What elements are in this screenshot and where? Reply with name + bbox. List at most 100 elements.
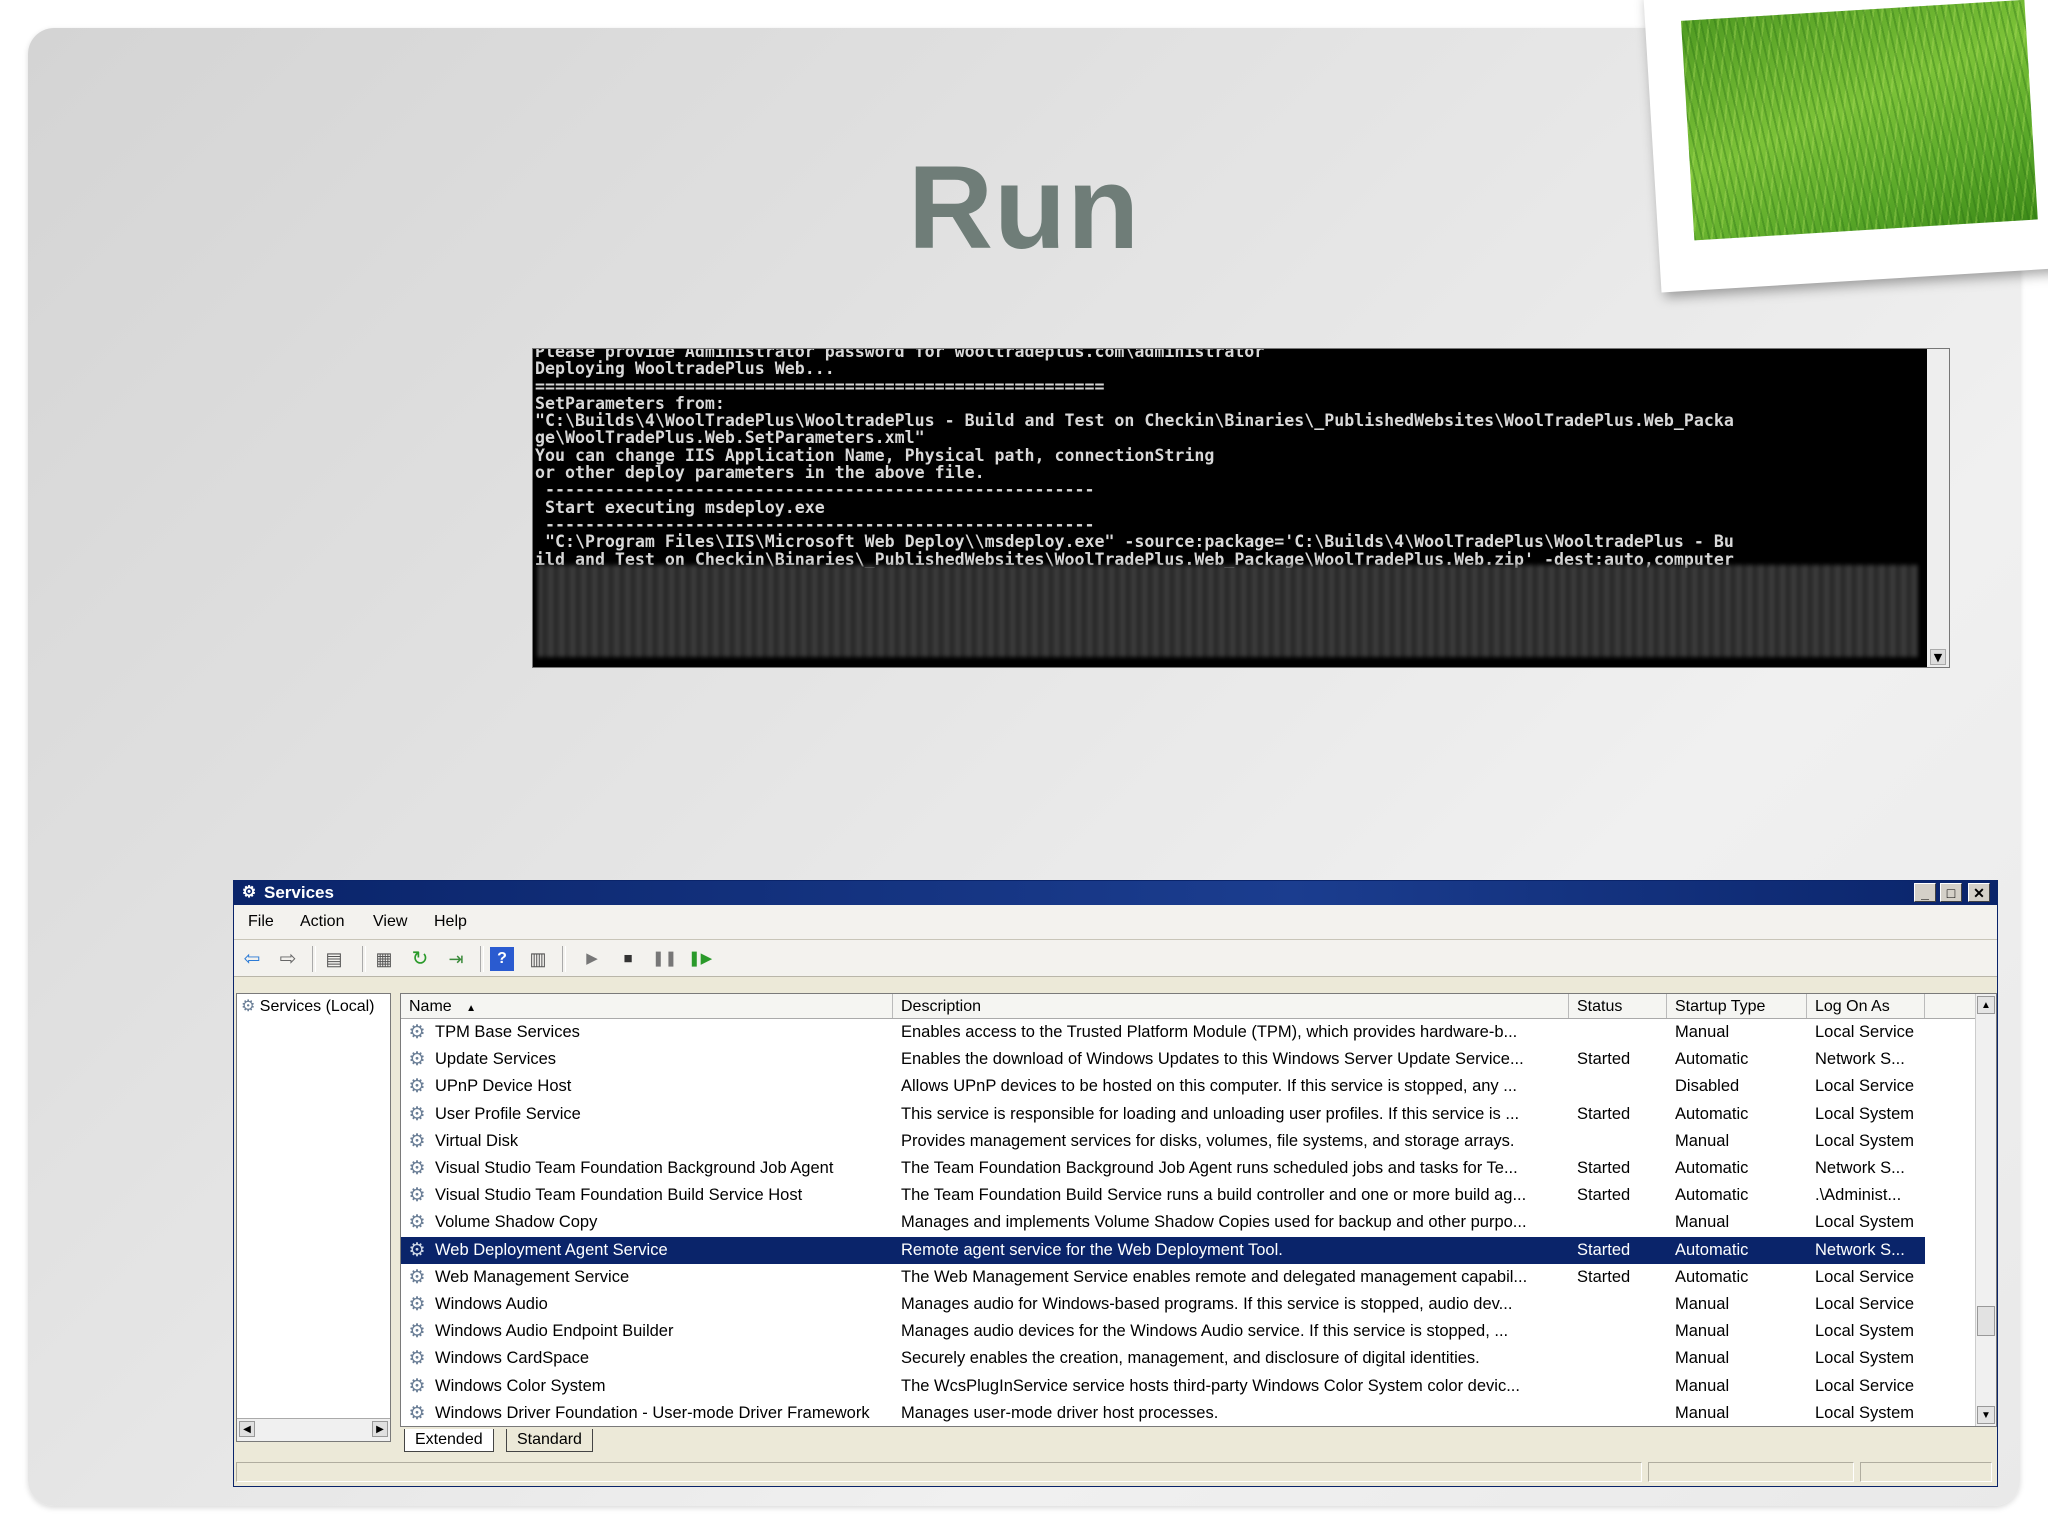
service-row[interactable]: ⚙ Windows Driver Foundation - User-mode D…	[401, 1400, 1976, 1426]
service-startup: Automatic	[1675, 1050, 1749, 1069]
service-name: Virtual Disk	[435, 1131, 519, 1150]
service-row[interactable]: ⚙ Virtual Disk Provides management service…	[401, 1128, 1976, 1155]
tab-standard[interactable]: Standard	[506, 1429, 593, 1452]
service-row[interactable]: ⚙ Windows Audio Manages audio for Windows-…	[401, 1291, 1976, 1318]
sort-ascending-icon: ▲	[466, 1003, 477, 1014]
resume-service-icon[interactable]: ❚▶	[688, 947, 712, 971]
service-row[interactable]: ⚙ TPM Base Services Enables access to the …	[401, 1019, 1976, 1046]
back-arrow-icon[interactable]: ⇦	[240, 947, 264, 971]
column-header-description[interactable]: Description	[893, 994, 1569, 1018]
service-desc: The Web Management Service enables remot…	[901, 1267, 1528, 1286]
service-status: Started	[1577, 1104, 1631, 1123]
menu-view[interactable]: View	[373, 913, 407, 931]
maximize-button[interactable]: □	[1940, 883, 1962, 902]
refresh-icon[interactable]: ↻	[408, 947, 432, 971]
menu-file[interactable]: File	[248, 913, 274, 931]
help-icon[interactable]: ?	[490, 947, 514, 971]
start-service-icon[interactable]: ▶	[580, 947, 604, 971]
service-row[interactable]: ⚙ Visual Studio Team Foundation Backgroun…	[401, 1155, 1976, 1182]
service-startup: Manual	[1675, 1295, 1730, 1313]
service-name: Windows Color System	[435, 1376, 606, 1395]
minimize-button[interactable]: _	[1914, 883, 1936, 902]
status-bar	[234, 1458, 1997, 1486]
service-desc: Provides management services for disks, …	[901, 1131, 1515, 1150]
scroll-up-icon[interactable]: ▲	[1977, 996, 1995, 1014]
show-hide-tree-icon[interactable]: ▤	[322, 947, 346, 971]
menu-help[interactable]: Help	[434, 913, 467, 931]
service-startup: Automatic	[1675, 1104, 1749, 1123]
service-desc: Securely enables the creation, managemen…	[901, 1349, 1480, 1368]
service-startup: Manual	[1675, 1403, 1730, 1422]
column-header-log-on-as[interactable]: Log On As	[1807, 994, 1925, 1018]
service-row[interactable]: ⚙ Volume Shadow Copy Manages and implement…	[401, 1209, 1976, 1236]
services-window: ⚙ Services _ □ ✕ File Action View Help ⇦…	[233, 880, 1998, 1487]
service-desc: The WcsPlugInService service hosts third…	[901, 1376, 1520, 1395]
service-name: TPM Base Services	[435, 1023, 580, 1041]
scroll-right-icon[interactable]: ▶	[372, 1421, 388, 1437]
column-header-startup-type[interactable]: Startup Type	[1667, 994, 1807, 1018]
service-row[interactable]: ⚙ Windows Audio Endpoint Builder Manages a…	[401, 1318, 1976, 1345]
menu-action[interactable]: Action	[300, 913, 344, 931]
export-list-icon[interactable]: ⇥	[444, 947, 468, 971]
service-gear-icon: ⚙	[408, 1103, 426, 1125]
service-startup: Automatic	[1675, 1159, 1749, 1177]
scroll-thumb[interactable]	[1977, 1306, 1995, 1336]
service-gear-icon: ⚙	[408, 1294, 426, 1315]
service-gear-icon: ⚙	[408, 1239, 426, 1261]
service-gear-icon: ⚙	[408, 1049, 426, 1071]
service-desc: The Team Foundation Build Service runs a…	[901, 1186, 1527, 1205]
service-gear-icon: ⚙	[408, 1076, 426, 1098]
list-header: Name ▲ Description Status Startup Type L…	[401, 994, 1976, 1019]
show-hide-action-pane-icon[interactable]: ▥	[526, 947, 550, 971]
service-gear-icon: ⚙	[408, 1402, 426, 1424]
tree-horizontal-scrollbar[interactable]: ◀ ▶	[237, 1418, 390, 1441]
service-desc: This service is responsible for loading …	[901, 1104, 1520, 1123]
service-row[interactable]: ⚙ Update Services Enables the download of …	[401, 1046, 1976, 1073]
column-header-name[interactable]: Name ▲	[401, 994, 893, 1018]
services-gear-icon: ⚙	[241, 998, 256, 1015]
toolbar-separator	[312, 946, 316, 972]
blurred-console-output	[537, 565, 1917, 657]
tab-extended[interactable]: Extended	[404, 1429, 494, 1452]
toolbar-separator	[362, 946, 366, 972]
stop-service-icon[interactable]: ■	[616, 947, 640, 971]
scroll-down-icon[interactable]: ▼	[1930, 649, 1946, 665]
service-logon: Local System	[1815, 1403, 1915, 1422]
service-startup: Manual	[1675, 1131, 1730, 1150]
services-list: Name ▲ Description Status Startup Type L…	[400, 993, 1997, 1427]
service-row[interactable]: ⚙ User Profile Service This service is res…	[401, 1101, 1976, 1128]
service-gear-icon: ⚙	[408, 1022, 426, 1043]
service-gear-icon: ⚙	[408, 1130, 426, 1152]
scroll-left-icon[interactable]: ◀	[239, 1421, 255, 1437]
service-gear-icon: ⚙	[408, 1185, 426, 1207]
close-button[interactable]: ✕	[1968, 883, 1990, 902]
service-logon: Local Service	[1815, 1267, 1915, 1286]
service-gear-icon: ⚙	[408, 1321, 426, 1343]
service-startup: Disabled	[1675, 1077, 1740, 1096]
service-row[interactable]: ⚙ Visual Studio Team Foundation Build Ser…	[401, 1182, 1976, 1209]
service-startup: Manual	[1675, 1376, 1730, 1395]
forward-arrow-icon[interactable]: ⇨	[276, 947, 300, 971]
properties-icon[interactable]: ▦	[372, 947, 396, 971]
service-row[interactable]: ⚙ Windows CardSpace Securely enables the c…	[401, 1345, 1976, 1372]
service-row[interactable]: ⚙ Web Deployment Agent Service Remote agen…	[401, 1236, 1925, 1264]
title-bar: ⚙ Services _ □ ✕	[234, 881, 1997, 905]
pause-service-icon[interactable]: ❚❚	[652, 947, 677, 971]
service-row[interactable]: ⚙ Windows Color System The WcsPlugInServic…	[401, 1373, 1976, 1400]
service-status: Started	[1577, 1240, 1631, 1259]
service-desc: Manages audio devices for the Windows Au…	[901, 1322, 1509, 1341]
service-row[interactable]: ⚙ Web Management Service The Web Managemen…	[401, 1264, 1976, 1291]
service-name: Update Services	[435, 1050, 557, 1069]
service-logon: Local Service	[1815, 1077, 1915, 1096]
service-name: Visual Studio Team Foundation Background…	[435, 1159, 834, 1177]
tree-node-services[interactable]: ⚙ Services (Local)	[241, 996, 375, 1016]
scroll-down-icon[interactable]: ▼	[1977, 1406, 1995, 1424]
console-scrollbar[interactable]: ▼	[1927, 349, 1949, 667]
status-pane	[1648, 1462, 1854, 1482]
window-title: Services	[264, 883, 334, 902]
service-name: Volume Shadow Copy	[435, 1213, 598, 1232]
column-header-status[interactable]: Status	[1569, 994, 1667, 1018]
service-row[interactable]: ⚙ UPnP Device Host Allows UPnP devices to …	[401, 1073, 1976, 1100]
service-logon: Local System	[1815, 1322, 1915, 1341]
list-vertical-scrollbar[interactable]: ▲ ▼	[1975, 994, 1996, 1426]
